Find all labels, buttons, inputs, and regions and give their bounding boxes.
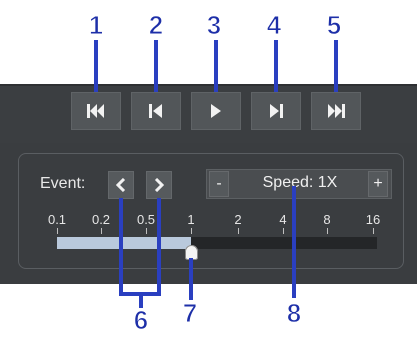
- callout-7: 7: [182, 298, 198, 329]
- tick-label: 0.1: [47, 212, 67, 227]
- next-event-button[interactable]: [146, 171, 172, 199]
- callout-line-2: [154, 40, 158, 92]
- tick-mark: [57, 228, 58, 234]
- callout-line-6a: [119, 198, 123, 296]
- play-button[interactable]: [191, 92, 241, 130]
- previous-event-button[interactable]: [108, 171, 134, 199]
- callout-2: 2: [148, 10, 164, 41]
- callout-line-1: [94, 40, 98, 92]
- callout-8: 8: [286, 298, 302, 329]
- play-icon: [211, 104, 221, 118]
- callout-line-4: [274, 40, 278, 92]
- skip-to-start-button[interactable]: [71, 92, 121, 130]
- tick-label: 2: [234, 212, 242, 227]
- tick-mark: [191, 228, 192, 234]
- tick-mark: [238, 228, 239, 234]
- callout-6: 6: [133, 305, 149, 336]
- callout-3: 3: [206, 10, 222, 41]
- callout-4: 4: [266, 10, 282, 41]
- speed-slider-fill: [57, 237, 191, 249]
- callout-line-6b: [157, 198, 161, 296]
- chevron-right-icon: [154, 178, 164, 192]
- tick-label: 0.5: [136, 212, 156, 227]
- step-back-icon: [149, 104, 162, 118]
- tick-mark: [146, 228, 147, 234]
- callout-1: 1: [88, 10, 104, 41]
- tick-label: 16: [365, 212, 381, 227]
- tick-label: 4: [279, 212, 287, 227]
- event-label: Event:: [40, 175, 86, 192]
- next-frame-button[interactable]: [251, 92, 301, 130]
- tick-mark: [101, 228, 102, 234]
- chevron-left-icon: [116, 178, 126, 192]
- skip-to-end-button[interactable]: [311, 92, 361, 130]
- tick-label: 0.2: [91, 212, 111, 227]
- callout-5: 5: [326, 10, 342, 41]
- speed-value: Speed: 1X: [262, 174, 338, 191]
- panel-top-border: [0, 84, 417, 86]
- skip-to-end-icon: [328, 104, 345, 118]
- callout-line-5: [334, 40, 338, 92]
- speed-increase-button[interactable]: +: [368, 171, 388, 197]
- tick-mark: [327, 228, 328, 234]
- tick-mark: [283, 228, 284, 234]
- tick-mark: [373, 228, 374, 234]
- skip-to-start-icon: [87, 104, 104, 118]
- tick-label: 1: [187, 212, 195, 227]
- previous-frame-button[interactable]: [131, 92, 181, 130]
- step-forward-icon: [270, 104, 283, 118]
- speed-decrease-button[interactable]: -: [209, 171, 229, 197]
- callout-line-7: [189, 258, 193, 300]
- callout-line-3: [214, 40, 218, 92]
- tick-label: 8: [323, 212, 331, 227]
- callout-line-8: [292, 186, 296, 298]
